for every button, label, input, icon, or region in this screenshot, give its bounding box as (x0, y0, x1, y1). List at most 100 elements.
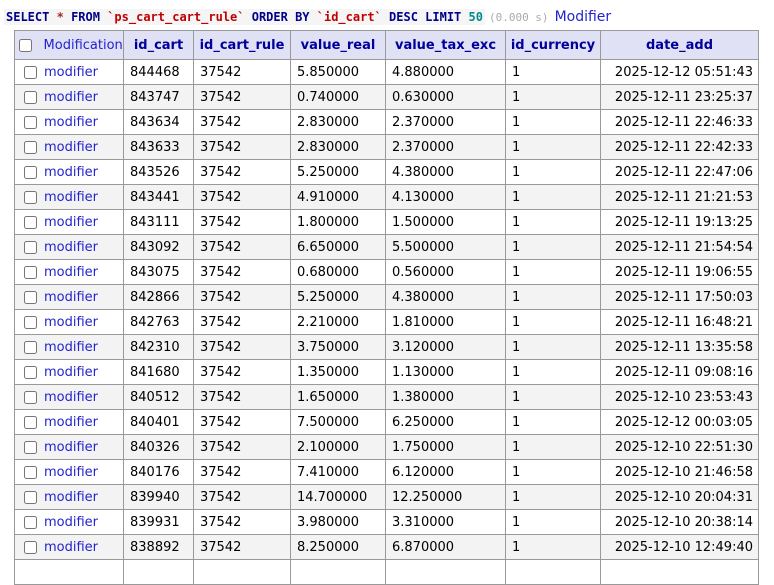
row-modifier-link[interactable]: modifier (44, 315, 98, 330)
row-checkbox[interactable] (24, 265, 37, 279)
select-all-checkbox[interactable] (19, 38, 32, 52)
row-modifier-link[interactable]: modifier (44, 265, 98, 280)
cell-date_add: 2025-12-10 20:38:14 (600, 509, 759, 535)
row-checkbox[interactable] (24, 365, 37, 379)
sort-link-id_currency[interactable]: id_currency (511, 38, 595, 53)
cell-value_tax_exc: 6.870000 (385, 534, 506, 560)
row-modifier-link[interactable]: modifier (44, 240, 98, 255)
row-modifier-link[interactable]: modifier (44, 65, 98, 80)
cell-id_cart_rule: 37542 (193, 159, 291, 185)
cell-value_real: 4.910000 (290, 184, 386, 210)
cell-value_real: 2.830000 (290, 134, 386, 160)
cell-date_add: 2025-12-10 21:46:58 (600, 459, 759, 485)
sort-link-value_real[interactable]: value_real (301, 38, 376, 53)
row-modifier-link[interactable]: modifier (44, 390, 98, 405)
cell-value_real: 7.410000 (290, 459, 386, 485)
modification-header-link[interactable]: Modification (44, 38, 123, 53)
row-checkbox[interactable] (24, 290, 37, 304)
row-modifier-link[interactable]: modifier (44, 140, 98, 155)
row-modifier-link[interactable]: modifier (44, 515, 98, 530)
cell-id_cart_rule: 37542 (193, 509, 291, 535)
cell-value_tax_exc: 3.120000 (385, 334, 506, 360)
row-action-cell: modifier (14, 109, 124, 135)
row-modifier-link[interactable]: modifier (44, 340, 98, 355)
cell-id_currency: 1 (505, 534, 601, 560)
cell-id_currency: 1 (505, 259, 601, 285)
column-header-value_real: value_real (290, 30, 386, 60)
cell-date_add: 2025-12-11 21:21:53 (600, 184, 759, 210)
row-checkbox[interactable] (24, 240, 37, 254)
cell-id_cart: 842310 (123, 334, 194, 360)
table-row: modifier 839940 37542 14.700000 12.250000 1 20… (14, 484, 759, 510)
row-checkbox[interactable] (24, 540, 37, 554)
row-checkbox[interactable] (24, 415, 37, 429)
sort-link-value_tax_exc[interactable]: value_tax_exc (395, 38, 496, 53)
cell-value_tax_exc: 4.130000 (385, 184, 506, 210)
cell-date_add: 2025-12-10 12:49:40 (600, 534, 759, 560)
row-modifier-link[interactable]: modifier (44, 215, 98, 230)
cell-id_currency: 1 (505, 459, 601, 485)
row-modifier-link[interactable]: modifier (44, 490, 98, 505)
row-checkbox[interactable] (24, 215, 37, 229)
row-checkbox[interactable] (24, 315, 37, 329)
row-action-cell: modifier (14, 334, 124, 360)
row-checkbox[interactable] (24, 490, 37, 504)
cell-value_real: 3.750000 (290, 334, 386, 360)
table-row-partial (14, 559, 759, 585)
cell-id_cart_rule: 37542 (193, 184, 291, 210)
sql-query-bar: SELECT * FROM `ps_cart_cart_rule` ORDER … (0, 0, 774, 30)
row-checkbox[interactable] (24, 115, 37, 129)
row-action-cell: modifier (14, 509, 124, 535)
cell-date_add: 2025-12-11 19:06:55 (600, 259, 759, 285)
row-action-cell: modifier (14, 359, 124, 385)
row-checkbox[interactable] (24, 65, 37, 79)
edit-query-link[interactable]: Modifier (555, 9, 612, 25)
row-modifier-link[interactable]: modifier (44, 365, 98, 380)
cell-date_add: 2025-12-11 22:42:33 (600, 134, 759, 160)
sql-order-column: `id_cart` (316, 10, 382, 24)
modification-header-cell: Modification (14, 30, 124, 60)
table-row: modifier 843111 37542 1.800000 1.500000 1 2025… (14, 209, 759, 235)
row-modifier-link[interactable]: modifier (44, 115, 98, 130)
sort-link-id_cart[interactable]: id_cart (134, 38, 183, 53)
column-header-id_cart: id_cart (123, 30, 194, 60)
cell-value_real: 5.250000 (290, 159, 386, 185)
table-row: modifier 840401 37542 7.500000 6.250000 1 2025… (14, 409, 759, 435)
cell-id_cart: 839940 (123, 484, 194, 510)
cell-date_add: 2025-12-11 22:46:33 (600, 109, 759, 135)
table-row: modifier 843526 37542 5.250000 4.380000 1 2025… (14, 159, 759, 185)
cell-value_tax_exc: 1.750000 (385, 434, 506, 460)
row-checkbox[interactable] (24, 190, 37, 204)
row-action-cell: modifier (14, 209, 124, 235)
cell-id_currency: 1 (505, 309, 601, 335)
row-checkbox[interactable] (24, 140, 37, 154)
cell-empty (290, 559, 386, 585)
row-modifier-link[interactable]: modifier (44, 465, 98, 480)
cell-value_real: 6.650000 (290, 234, 386, 260)
cell-date_add: 2025-12-11 21:54:54 (600, 234, 759, 260)
row-checkbox[interactable] (24, 440, 37, 454)
row-modifier-link[interactable]: modifier (44, 90, 98, 105)
row-modifier-link[interactable]: modifier (44, 540, 98, 555)
row-modifier-link[interactable]: modifier (44, 440, 98, 455)
cell-date_add: 2025-12-12 05:51:43 (600, 59, 759, 85)
row-checkbox[interactable] (24, 165, 37, 179)
row-checkbox[interactable] (24, 90, 37, 104)
row-modifier-link[interactable]: modifier (44, 190, 98, 205)
row-checkbox[interactable] (24, 340, 37, 354)
row-checkbox[interactable] (24, 390, 37, 404)
sort-link-date_add[interactable]: date_add (646, 38, 713, 53)
row-action-cell: modifier (14, 459, 124, 485)
cell-id_currency: 1 (505, 84, 601, 110)
table-row: modifier 839931 37542 3.980000 3.310000 1 2025… (14, 509, 759, 535)
row-modifier-link[interactable]: modifier (44, 290, 98, 305)
row-checkbox[interactable] (24, 515, 37, 529)
cell-id_cart: 843526 (123, 159, 194, 185)
row-checkbox[interactable] (24, 465, 37, 479)
sort-link-id_cart_rule[interactable]: id_cart_rule (200, 38, 285, 53)
row-modifier-link[interactable]: modifier (44, 415, 98, 430)
row-action-cell: modifier (14, 184, 124, 210)
cell-value_tax_exc: 4.380000 (385, 284, 506, 310)
results-table: Modification id_cart id_cart_rule value_re… (14, 30, 759, 585)
row-modifier-link[interactable]: modifier (44, 165, 98, 180)
